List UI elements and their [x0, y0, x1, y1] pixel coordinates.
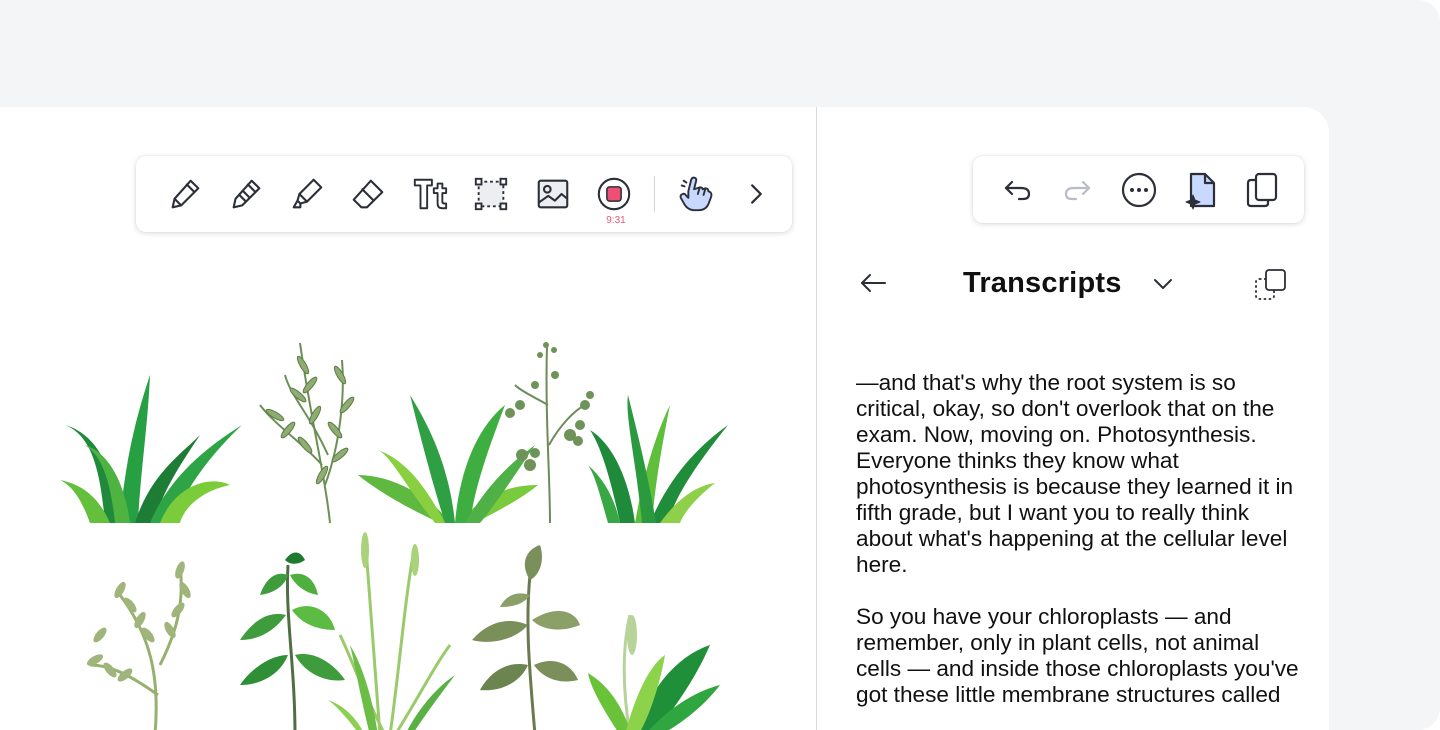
pointer-hand-icon: [679, 176, 713, 212]
plant-hosta: [588, 614, 720, 730]
title-dropdown-button[interactable]: [1149, 271, 1177, 297]
plant-illustrations: [60, 342, 728, 730]
eraser-icon: [352, 179, 384, 209]
plant-grass-1: [60, 375, 242, 523]
ellipsis-icon: [1121, 172, 1157, 208]
sparkle-document-icon: [1185, 172, 1216, 210]
pencil-tool[interactable]: [224, 172, 268, 216]
panel-title[interactable]: Transcripts: [963, 267, 1122, 300]
plant-nettle: [240, 552, 345, 730]
record-timer: 9:31: [606, 215, 626, 226]
plant-rosemary: [259, 342, 355, 524]
transcript-paragraph: —and that's why the root system is so cr…: [856, 370, 1294, 577]
toolbar-divider: [654, 176, 655, 212]
copy-pages-button[interactable]: [1240, 168, 1284, 212]
hand-tool[interactable]: [673, 172, 717, 216]
plant-wheatgrass: [328, 532, 455, 730]
record-icon: [597, 177, 631, 211]
eraser-tool[interactable]: [346, 172, 390, 216]
panel-header: Transcripts: [817, 257, 1329, 309]
copy-selection-icon: [1255, 269, 1286, 300]
redo-icon: [1064, 180, 1091, 201]
highlighter-tool[interactable]: [285, 172, 329, 216]
pencil-icon: [232, 179, 261, 209]
transcript-text: —and that's why the root system is so cr…: [856, 370, 1306, 730]
chevron-right-icon: [751, 184, 762, 204]
pen-icon: [171, 179, 200, 209]
undo-button[interactable]: [995, 168, 1039, 212]
tool-toolbar: 9:31: [136, 156, 792, 232]
text-tool[interactable]: [408, 172, 452, 216]
more-options-button[interactable]: [1117, 168, 1161, 212]
record-tool[interactable]: [592, 172, 636, 216]
edit-toolbar: [973, 156, 1304, 223]
more-tools-button[interactable]: [734, 172, 778, 216]
plant-oakleaf: [472, 545, 580, 730]
copy-icon: [1246, 172, 1278, 208]
transcript-paragraph: So you have your chloroplasts — and reme…: [856, 604, 1299, 707]
chevron-down-icon: [1154, 279, 1172, 289]
redo-button[interactable]: [1056, 168, 1100, 212]
highlighter-icon: [292, 178, 323, 209]
canvas-pane[interactable]: 9:31: [0, 107, 816, 730]
back-button[interactable]: [855, 267, 891, 299]
transcripts-pane: Transcripts —and that's why the root sys…: [817, 107, 1329, 730]
undo-icon: [1004, 180, 1031, 201]
selection-tool[interactable]: [469, 172, 513, 216]
lasso-select-icon: [474, 177, 508, 211]
image-icon: [537, 179, 569, 209]
copy-transcript-button[interactable]: [1251, 265, 1291, 305]
text-icon: [413, 178, 448, 210]
app-window: 9:31 Transcripts —and that's why the roo…: [0, 107, 1329, 730]
plant-fern: [86, 561, 191, 730]
ai-document-button[interactable]: [1179, 168, 1223, 212]
pen-tool[interactable]: [163, 172, 207, 216]
arrow-left-icon: [861, 274, 886, 292]
image-tool[interactable]: [531, 172, 575, 216]
plant-grass-2: [588, 395, 728, 523]
